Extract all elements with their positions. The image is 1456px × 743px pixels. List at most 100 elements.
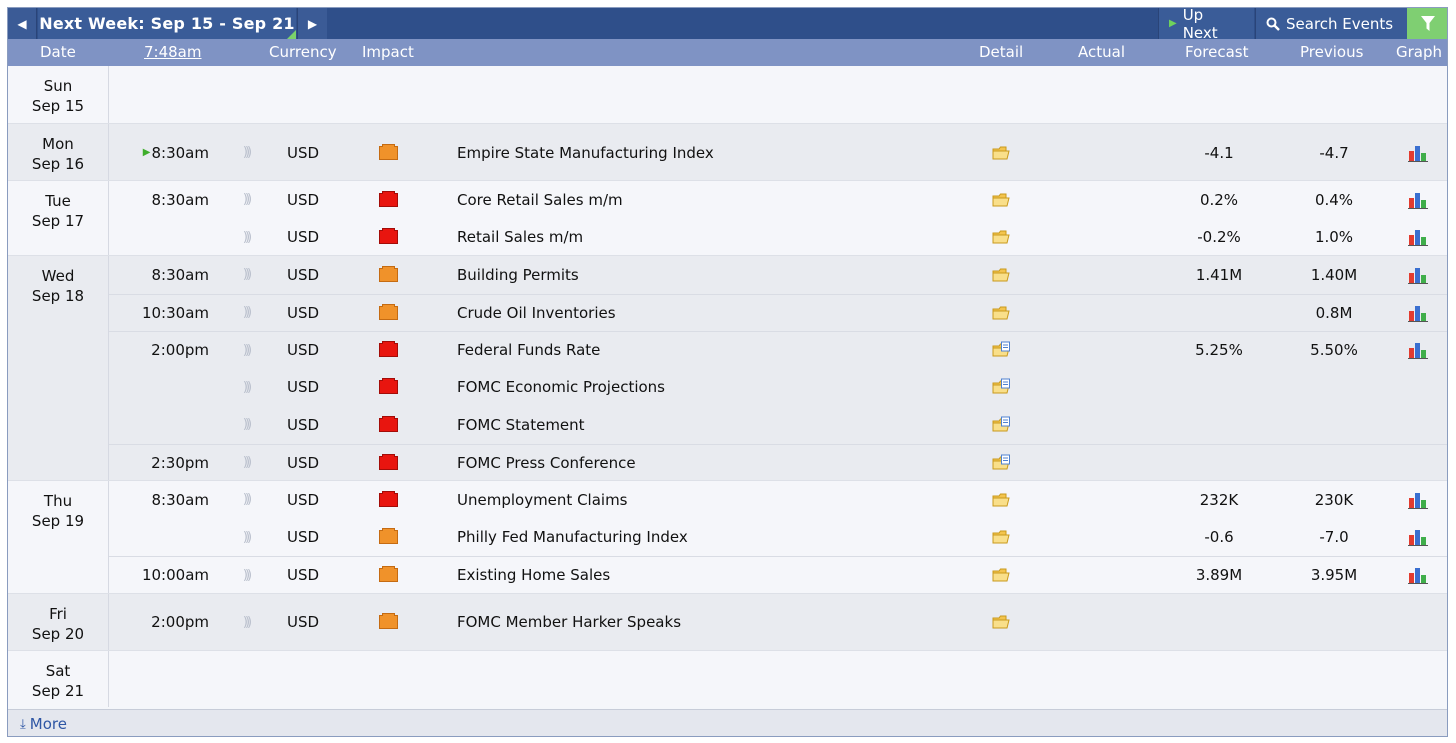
event-row[interactable]: 2:00pm))) USD FOMC Member Harker Speaks (109, 594, 1447, 651)
graph-button[interactable] (1408, 219, 1430, 257)
event-title[interactable]: Building Permits (457, 256, 579, 294)
graph-button[interactable] (1408, 181, 1430, 219)
event-title[interactable]: Philly Fed Manufacturing Index (457, 519, 688, 557)
event-row[interactable]: 10:00am))) USD Existing Home Sales 3.89M 3.9… (109, 556, 1447, 594)
event-row[interactable]: 8:30am))) USD Building Permits 1.41M 1.40M (109, 256, 1447, 294)
detail-folder-button[interactable] (991, 369, 1013, 407)
event-currency: USD (287, 378, 320, 397)
graph-button[interactable] (1408, 256, 1430, 294)
detail-folder-button[interactable] (991, 557, 1013, 594)
day-date: Sep 20 (31, 624, 85, 643)
event-row[interactable]: ▶ 8:30am))) USD Empire State Manufacturing … (109, 124, 1447, 181)
graph-button[interactable] (1408, 557, 1430, 594)
impact-folder-icon[interactable] (379, 181, 399, 219)
detail-folder-button[interactable] (991, 124, 1013, 181)
folder-icon (992, 268, 1010, 282)
event-row[interactable]: ))) USD FOMC Economic Projections (109, 369, 1447, 407)
event-title[interactable]: FOMC Statement (457, 406, 585, 444)
event-title[interactable]: FOMC Member Harker Speaks (457, 594, 681, 651)
event-title[interactable]: FOMC Press Conference (457, 445, 636, 482)
event-title[interactable]: Federal Funds Rate (457, 332, 600, 369)
event-title[interactable]: Core Retail Sales m/m (457, 181, 623, 219)
impact-folder-icon[interactable] (379, 219, 399, 257)
event-row[interactable]: 10:30am))) USD Crude Oil Inventories 0.8M (109, 293, 1447, 332)
graph-button[interactable] (1408, 519, 1430, 557)
sound-alert-icon[interactable]: ))) (236, 519, 256, 557)
event-row[interactable]: ))) USD Retail Sales m/m -0.2% 1.0% (109, 219, 1447, 257)
detail-folder-button[interactable] (991, 256, 1013, 294)
impact-folder-icon[interactable] (379, 124, 399, 181)
event-currency: USD (287, 613, 320, 631)
sound-alert-icon[interactable]: ))) (236, 445, 256, 482)
detail-folder-button[interactable] (991, 406, 1013, 444)
graph-button[interactable] (1408, 481, 1430, 519)
detail-folder-button[interactable] (991, 445, 1013, 482)
event-row[interactable]: 8:30am))) USD Core Retail Sales m/m 0.2% 0.4… (109, 181, 1447, 219)
impact-folder-icon[interactable] (379, 519, 399, 557)
folder-icon (992, 230, 1010, 244)
event-row[interactable]: 2:30pm))) USD FOMC Press Conference (109, 443, 1447, 482)
up-next-button[interactable]: ▶ Up Next (1158, 8, 1254, 42)
event-previous: 0.8M (1315, 303, 1353, 322)
impact-medium-icon (379, 267, 398, 282)
prev-week-button[interactable]: ◀ (8, 8, 37, 39)
event-title[interactable]: Empire State Manufacturing Index (457, 124, 714, 181)
impact-folder-icon[interactable] (379, 256, 399, 294)
day-date: Sep 16 (31, 155, 85, 173)
sound-alert-icon[interactable]: ))) (236, 594, 256, 651)
event-row[interactable]: 2:00pm))) USD Federal Funds Rate 5.25% 5.50% (109, 331, 1447, 369)
detail-folder-button[interactable] (991, 219, 1013, 257)
day-label: Fri Sep 20 (8, 593, 109, 650)
impact-folder-icon[interactable] (379, 295, 399, 332)
graph-button[interactable] (1408, 295, 1430, 332)
event-forecast: -4.1 (1204, 143, 1234, 162)
detail-folder-button[interactable] (991, 519, 1013, 557)
sound-alert-icon[interactable]: ))) (236, 406, 256, 444)
event-title[interactable]: Crude Oil Inventories (457, 295, 616, 332)
sound-alert-icon[interactable]: ))) (236, 557, 256, 594)
event-title[interactable]: Retail Sales m/m (457, 219, 583, 257)
sound-alert-icon[interactable]: ))) (236, 256, 256, 294)
filter-button[interactable] (1407, 8, 1447, 39)
detail-folder-button[interactable] (991, 295, 1013, 332)
event-title[interactable]: Existing Home Sales (457, 557, 610, 594)
impact-folder-icon[interactable] (379, 557, 399, 594)
impact-folder-icon[interactable] (379, 332, 399, 369)
sound-alert-icon[interactable]: ))) (236, 332, 256, 369)
graph-button[interactable] (1408, 332, 1430, 369)
day-group: Mon Sep 16 ▶ 8:30am))) USD Empire State Manuf… (8, 123, 1447, 180)
event-title[interactable]: Unemployment Claims (457, 481, 628, 519)
detail-folder-button[interactable] (991, 594, 1013, 651)
next-event-icon: ▶ (142, 147, 151, 158)
impact-folder-icon[interactable] (379, 406, 399, 444)
sound-alert-icon[interactable]: ))) (236, 219, 256, 257)
week-title[interactable]: Next Week: Sep 15 - Sep 21 (38, 8, 296, 39)
impact-folder-icon[interactable] (379, 594, 399, 651)
sound-alert-icon[interactable]: ))) (236, 295, 256, 332)
detail-folder-button[interactable] (991, 332, 1013, 369)
next-week-button[interactable]: ▶ (297, 8, 327, 39)
sound-alert-icon[interactable]: ))) (236, 124, 256, 181)
event-previous (1284, 594, 1384, 651)
impact-folder-icon[interactable] (379, 481, 399, 519)
event-title[interactable]: FOMC Economic Projections (457, 369, 665, 407)
more-link[interactable]: ⤓ More (8, 709, 1447, 736)
detail-folder-button[interactable] (991, 181, 1013, 219)
event-time: 2:30pm (109, 445, 209, 482)
sound-alert-icon[interactable]: ))) (236, 181, 256, 219)
detail-folder-button[interactable] (991, 481, 1013, 519)
sound-alert-icon[interactable]: ))) (236, 369, 256, 407)
header-current-time[interactable]: 7:48am (144, 39, 202, 66)
search-events-button[interactable]: Search Events (1255, 8, 1407, 39)
event-row[interactable]: ))) USD Philly Fed Manufacturing Index -0.6… (109, 519, 1447, 557)
event-forecast: 0.2% (1199, 190, 1239, 209)
event-row[interactable]: ))) USD FOMC Statement (109, 406, 1447, 444)
sound-alert-icon[interactable]: ))) (236, 481, 256, 519)
graph-button[interactable] (1408, 124, 1430, 181)
event-time-text: 2:00pm (151, 341, 209, 360)
event-time-text: 2:30pm (151, 453, 209, 472)
impact-folder-icon[interactable] (379, 445, 399, 482)
bar-chart-icon (1408, 568, 1428, 585)
event-row[interactable]: 8:30am))) USD Unemployment Claims 232K 230K (109, 481, 1447, 519)
impact-folder-icon[interactable] (379, 369, 399, 407)
